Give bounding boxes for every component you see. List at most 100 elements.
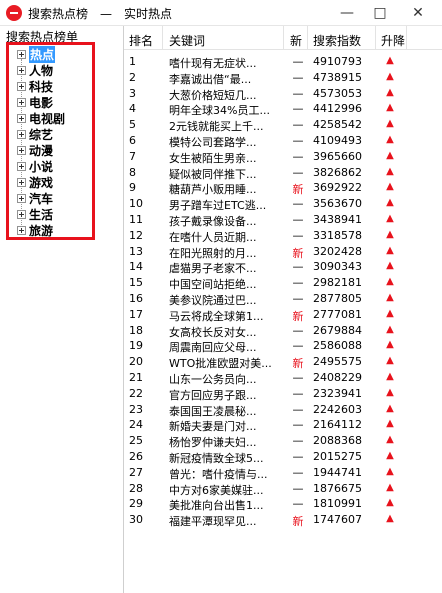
tree-item[interactable]: 汽车 xyxy=(17,191,54,206)
new-flag-cell: — xyxy=(292,260,304,274)
header-new[interactable]: 新 xyxy=(290,32,302,49)
header-rank[interactable]: 排名 xyxy=(129,32,153,49)
search-index-cell: 3438941 xyxy=(313,213,362,226)
tree-item-label: 动漫 xyxy=(29,143,54,158)
tree-item[interactable]: 科技 xyxy=(17,79,53,94)
expand-plus-icon[interactable] xyxy=(17,65,26,75)
close-button[interactable]: ✕ xyxy=(404,3,432,23)
keyword-cell: 嗜什现有无症状... xyxy=(169,57,257,70)
trend-up-icon: ▲ xyxy=(386,213,394,224)
search-index-cell: 3965660 xyxy=(313,149,362,163)
table-row[interactable]: 14 虐猫男子老家不... — 3090343 ▲ xyxy=(124,259,442,275)
table-row[interactable]: 4 明年全球34%员工... — 4412996 ▲ xyxy=(124,101,442,117)
table-row[interactable]: 8 疑似被同伴推下... — 3826862 ▲ xyxy=(124,165,442,181)
table-row[interactable]: 13 在阳光照射的月... 新 3202428 ▲ xyxy=(124,244,442,260)
tree-item[interactable]: 人物 xyxy=(17,63,53,78)
expand-plus-icon[interactable] xyxy=(17,225,26,235)
trend-up-icon: ▲ xyxy=(386,260,394,272)
table-row[interactable]: 30 福建平潭现罕见... 新 1747607 ▲ xyxy=(124,512,442,528)
search-index-cell: 2242603 xyxy=(313,402,362,416)
keyword-cell: 2元钱就能买上千... xyxy=(169,120,264,134)
table-row[interactable]: 6 模特公司套路学... — 4109493 ▲ xyxy=(124,133,442,149)
table-row[interactable]: 26 新冠疫情致全球5... — 2015275 ▲ xyxy=(124,449,442,465)
keyword-cell: 男子蹭车过ETC逃... xyxy=(169,199,267,213)
tree-item[interactable]: 游戏 xyxy=(17,175,53,190)
new-flag-cell: — xyxy=(292,86,304,100)
table-row[interactable]: 19 周震南回应父母... — 2586088 ▲ xyxy=(124,338,442,354)
new-flag-cell: — xyxy=(292,323,304,337)
tree-item-label: 汽车 xyxy=(29,191,54,206)
column-divider[interactable] xyxy=(283,26,284,50)
expand-plus-icon[interactable] xyxy=(17,177,26,187)
header-trend[interactable]: 升降 xyxy=(381,32,405,49)
table-row[interactable]: 24 新婚夫妻是门对... — 2164112 ▲ xyxy=(124,417,442,433)
keyword-cell: 曾光：嗜什疫情与... xyxy=(169,467,268,481)
tree-item[interactable]: 综艺 xyxy=(17,127,53,142)
trend-up-icon: ▲ xyxy=(386,102,394,114)
table-row[interactable]: 22 官方回应男子跟... — 2323941 ▲ xyxy=(124,386,442,402)
table-row[interactable]: 17 马云将成全球第1... 新 2777081 ▲ xyxy=(124,307,442,323)
table-row[interactable]: 2 李嘉诚出借“最... — 4738915 ▲ xyxy=(124,70,442,86)
tree-item[interactable]: 电视剧 xyxy=(17,111,65,126)
keyword-cell: WTO批准欧盟对美... xyxy=(169,357,272,371)
rank-cell: 9 xyxy=(129,181,136,195)
table-row[interactable]: 18 女高校长反对女... — 2679884 ▲ xyxy=(124,323,442,339)
trend-up-icon: ▲ xyxy=(386,244,394,256)
column-divider[interactable] xyxy=(307,26,308,50)
table-row[interactable]: 25 杨怡罗仲谦夫妇... — 2088368 ▲ xyxy=(124,433,442,449)
search-index-cell: 2586088 xyxy=(313,339,362,353)
table-row[interactable]: 11 孩子戴录像设备... — 3438941 ▲ xyxy=(124,212,442,228)
tree-item[interactable]: 动漫 xyxy=(17,143,54,158)
new-flag-cell: — xyxy=(292,70,304,84)
new-flag-cell: — xyxy=(292,386,304,400)
table-row[interactable]: 21 山东一公务员向... — 2408229 ▲ xyxy=(124,370,442,386)
table-row[interactable]: 15 中国空间站拒绝... — 2982181 ▲ xyxy=(124,275,442,291)
keyword-cell: 美参议院通过巴... xyxy=(169,294,257,307)
rank-cell: 22 xyxy=(129,386,143,400)
table-row[interactable]: 12 在嗜什人员近期... — 3318578 ▲ xyxy=(124,228,442,244)
table-row[interactable]: 10 男子蹭车过ETC逃... — 3563670 ▲ xyxy=(124,196,442,212)
search-index-cell: 2495575 xyxy=(313,355,362,369)
table-row[interactable]: 20 WTO批准欧盟对美... 新 2495575 ▲ xyxy=(124,354,442,370)
rank-cell: 5 xyxy=(129,118,136,132)
header-keyword[interactable]: 关键词 xyxy=(169,32,205,49)
table-row[interactable]: 5 2元钱就能买上千... — 4258542 ▲ xyxy=(124,117,442,133)
table-row[interactable]: 29 美批准向台出售1... — 1810991 ▲ xyxy=(124,496,442,512)
rank-cell: 8 xyxy=(129,165,136,179)
tree-item[interactable]: 小说 xyxy=(17,159,53,174)
trend-up-icon: ▲ xyxy=(386,371,394,382)
expand-plus-icon[interactable] xyxy=(17,193,26,203)
maximize-button[interactable]: □ xyxy=(366,3,394,23)
table-row[interactable]: 3 大葱价格短短几... — 4573053 ▲ xyxy=(124,86,442,102)
column-divider[interactable] xyxy=(375,26,376,50)
expand-plus-icon[interactable] xyxy=(17,49,26,59)
tree-item-label: 电影 xyxy=(29,95,54,110)
tree-item[interactable]: 热点 xyxy=(17,45,56,63)
header-index[interactable]: 搜索指数 xyxy=(313,32,361,49)
table-row[interactable]: 16 美参议院通过巴... — 2877805 ▲ xyxy=(124,291,442,307)
expand-plus-icon[interactable] xyxy=(17,209,26,219)
minimize-button[interactable]: — xyxy=(333,3,361,23)
expand-plus-icon[interactable] xyxy=(17,113,26,123)
table-row[interactable]: 28 中方对6家美媒驻... — 1876675 ▲ xyxy=(124,481,442,497)
tree-item[interactable]: 旅游 xyxy=(17,223,53,238)
new-flag-cell: — xyxy=(292,118,304,132)
column-divider[interactable] xyxy=(162,26,163,50)
table-row[interactable]: 27 曾光：嗜什疫情与... — 1944741 ▲ xyxy=(124,465,442,481)
table-row[interactable]: 1 嗜什现有无症状... — 4910793 ▲ xyxy=(124,54,442,70)
keyword-cell: 糖葫芦小贩用睡... xyxy=(169,183,257,197)
rank-cell: 12 xyxy=(129,228,143,242)
table-row[interactable]: 23 泰国国王凌晨秘... — 2242603 ▲ xyxy=(124,402,442,418)
table-row[interactable]: 7 女生被陌生男亲... — 3965660 ▲ xyxy=(124,149,442,165)
expand-plus-icon[interactable] xyxy=(17,97,26,107)
expand-plus-icon[interactable] xyxy=(17,129,26,139)
expand-plus-icon[interactable] xyxy=(17,81,26,91)
expand-plus-icon[interactable] xyxy=(17,145,26,155)
tree-item[interactable]: 生活 xyxy=(17,207,53,222)
keyword-cell: 杨怡罗仲谦夫妇... xyxy=(169,436,257,450)
expand-plus-icon[interactable] xyxy=(17,161,26,171)
table-row[interactable]: 9 糖葫芦小贩用睡... 新 3692922 ▲ xyxy=(124,180,442,196)
column-divider[interactable] xyxy=(406,26,407,50)
tree-item[interactable]: 电影 xyxy=(17,95,54,110)
rank-cell: 28 xyxy=(129,481,143,495)
